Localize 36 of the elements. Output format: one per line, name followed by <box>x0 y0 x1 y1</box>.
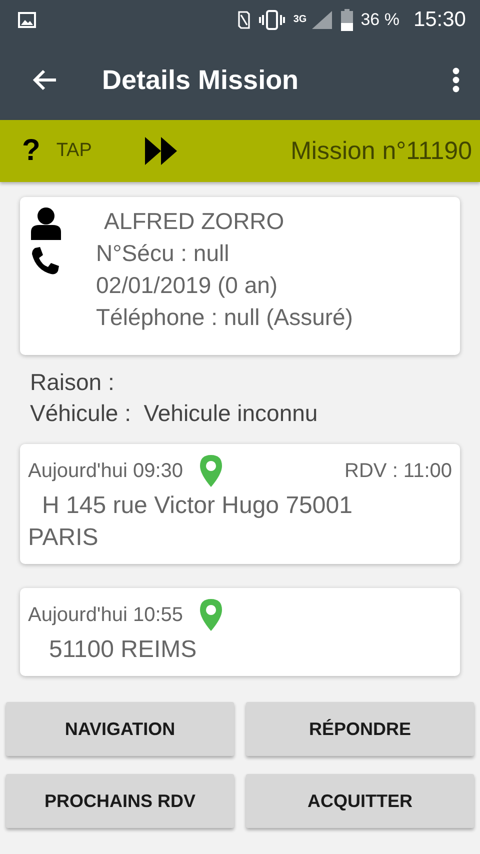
nfc-icon <box>237 10 252 30</box>
phone-icon <box>30 246 60 276</box>
map-pin-icon <box>199 598 224 632</box>
appointment-time: RDV : 11:00 <box>344 460 452 482</box>
stop-card[interactable]: Aujourd'hui 10:55 51100 REIMS <box>20 588 460 676</box>
vibrate-icon <box>259 10 286 30</box>
map-pin-icon <box>199 454 224 488</box>
stop-address: 51100 REIMS <box>48 635 198 665</box>
back-arrow-icon[interactable] <box>32 68 58 92</box>
info-line: Raison : <box>30 368 116 397</box>
more-options-icon[interactable] <box>452 67 460 93</box>
info-line: Véhicule : Vehicule inconnu <box>30 399 319 428</box>
patient-detail: N°Sécu : null <box>96 239 230 268</box>
screen-title: Details Mission <box>102 64 300 96</box>
patient-detail: 02/01/2019 (0 an) <box>96 271 279 300</box>
patient-detail: Téléphone : null (Assuré) <box>96 303 353 332</box>
person-icon <box>30 207 62 240</box>
action-button[interactable]: ACQUITTER <box>246 774 474 828</box>
mission-number: Mission n°11190 <box>290 136 472 166</box>
clock-time: 15:30 <box>413 8 466 32</box>
tap-label: TAP <box>56 140 92 162</box>
battery-level: 36 % <box>360 10 400 30</box>
stop-time: Aujourd'hui 10:55 <box>28 604 184 626</box>
battery-icon <box>340 9 353 31</box>
help-icon[interactable]: ? <box>22 134 40 168</box>
stop-time: Aujourd'hui 09:30 <box>28 460 184 482</box>
action-button[interactable]: PROCHAINS RDV <box>6 774 234 828</box>
fast-forward-icon[interactable] <box>144 136 178 166</box>
signal-icon <box>310 10 333 30</box>
action-button[interactable]: RÉPONDRE <box>246 702 474 756</box>
stop-card[interactable]: Aujourd'hui 09:30 RDV : 11:00 H 145 rue Victor Hugo 75001 PARIS <box>20 444 460 564</box>
image-icon <box>18 12 36 28</box>
patient-name: ALFRED ZORRO <box>103 207 286 236</box>
network-type: 3G <box>293 15 307 25</box>
stop-address: H 145 rue Victor Hugo 75001 PARIS <box>28 491 354 553</box>
action-button[interactable]: NAVIGATION <box>6 702 234 756</box>
